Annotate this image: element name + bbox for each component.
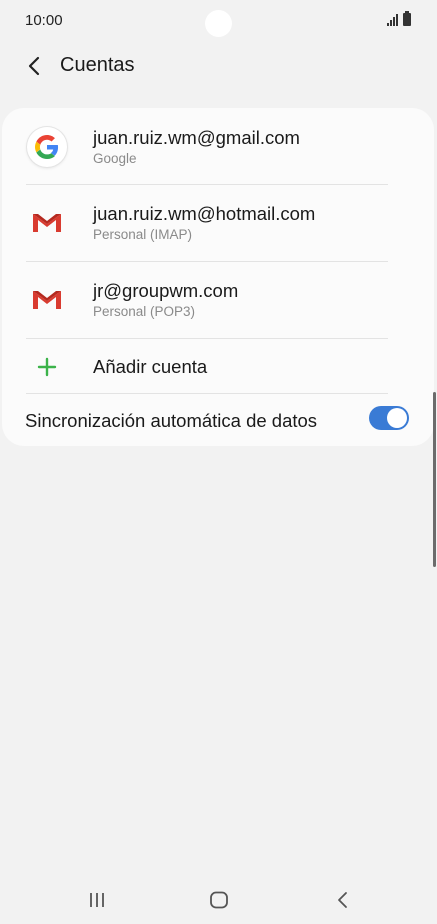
divider xyxy=(26,338,388,339)
account-row-groupwm[interactable]: jr@groupwm.com Personal (POP3) xyxy=(2,262,434,338)
back-button[interactable] xyxy=(20,52,48,80)
recent-apps-icon xyxy=(90,893,104,907)
navigation-bar xyxy=(0,876,437,924)
accounts-card: juan.ruiz.wm@gmail.com Google juan.ruiz.… xyxy=(2,108,434,446)
status-icons xyxy=(387,11,411,26)
gmail-icon xyxy=(27,279,67,319)
battery-icon xyxy=(403,11,411,26)
plus-icon xyxy=(37,357,57,377)
auto-sync-label: Sincronización automática de datos xyxy=(25,410,318,431)
account-row-google[interactable]: juan.ruiz.wm@gmail.com Google xyxy=(2,108,434,184)
account-email: juan.ruiz.wm@hotmail.com xyxy=(93,203,316,224)
account-row-hotmail[interactable]: juan.ruiz.wm@hotmail.com Personal (IMAP) xyxy=(2,185,434,261)
toggle-knob xyxy=(387,408,407,428)
google-icon xyxy=(27,127,67,167)
account-type: Personal (POP3) xyxy=(93,304,196,319)
status-bar: 10:00 xyxy=(0,0,437,44)
auto-sync-toggle[interactable] xyxy=(369,406,409,430)
account-email: juan.ruiz.wm@gmail.com xyxy=(93,127,300,148)
account-type: Google xyxy=(93,151,137,166)
scrollbar[interactable] xyxy=(433,392,436,567)
camera-cutout xyxy=(205,10,232,37)
auto-sync-row: Sincronización automática de datos xyxy=(2,394,434,446)
page-title: Cuentas xyxy=(60,54,135,76)
account-type: Personal (IMAP) xyxy=(93,227,193,242)
add-account-button[interactable]: Añadir cuenta xyxy=(2,340,434,394)
back-nav-button[interactable] xyxy=(327,888,357,912)
status-time: 10:00 xyxy=(25,12,63,29)
home-button[interactable] xyxy=(204,888,234,912)
recent-apps-button[interactable] xyxy=(82,888,112,912)
home-icon xyxy=(210,891,228,909)
app-bar: Cuentas xyxy=(0,44,437,88)
add-account-label: Añadir cuenta xyxy=(93,356,208,377)
back-icon xyxy=(338,892,347,908)
chevron-left-icon xyxy=(28,56,40,76)
signal-icon xyxy=(387,14,398,26)
account-email: jr@groupwm.com xyxy=(93,280,239,301)
gmail-icon xyxy=(27,202,67,242)
